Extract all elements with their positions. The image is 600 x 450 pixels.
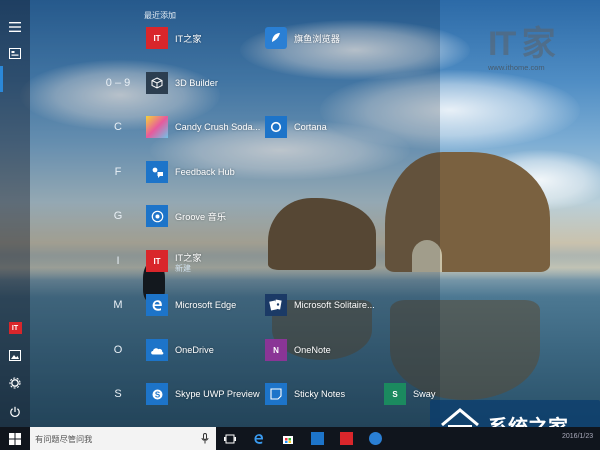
start-button[interactable] <box>0 427 30 450</box>
app-itzhijia-recent[interactable]: IT IT之家 <box>146 25 202 51</box>
letter-header-0-9[interactable]: 0 – 9 <box>98 77 138 89</box>
app-label: IT之家 <box>175 34 202 44</box>
sticky-notes-icon <box>265 383 287 405</box>
rail-accent-indicator <box>0 66 3 92</box>
app-label: IT之家 <box>175 253 202 263</box>
letter-header-i[interactable]: I <box>98 255 138 267</box>
all-apps-icon[interactable] <box>0 38 30 68</box>
app-skype-uwp-preview[interactable]: S Skype UWP Preview <box>146 381 260 407</box>
power-icon[interactable] <box>0 397 30 427</box>
task-view-icon[interactable] <box>219 429 241 448</box>
app-label: Candy Crush Soda... <box>175 122 261 132</box>
app-label: Microsoft Solitaire... <box>294 300 375 310</box>
microphone-icon[interactable] <box>201 433 209 444</box>
qiyu-browser-taskbar-icon[interactable] <box>364 429 386 448</box>
candy-crush-icon <box>146 116 168 138</box>
app-itzhijia[interactable]: IT IT之家 <box>146 248 202 274</box>
app-onedrive[interactable]: OneDrive <box>146 337 214 363</box>
itzhijia-icon: IT <box>146 250 168 272</box>
app-onenote[interactable]: N OneNote <box>265 337 331 363</box>
3d-builder-icon <box>146 72 168 94</box>
ithome-watermark-url: www.ithome.com <box>488 63 545 72</box>
groove-icon <box>146 205 168 227</box>
app-label: OneNote <box>294 345 331 355</box>
skype-icon: S <box>146 383 168 405</box>
app-candy-crush-soda[interactable]: Candy Crush Soda... <box>146 114 260 140</box>
app-label: Feedback Hub <box>175 167 235 177</box>
app-sticky-notes[interactable]: Sticky Notes <box>265 381 345 407</box>
letter-header-m[interactable]: M <box>98 299 138 311</box>
ithome-watermark-logo: IT 家 <box>488 25 556 63</box>
itzhijia-icon: IT <box>146 27 168 49</box>
edge-icon <box>146 294 168 316</box>
feedback-hub-icon <box>146 161 168 183</box>
windows-logo-icon <box>9 432 21 445</box>
app-label: Skype UWP Preview <box>175 389 260 399</box>
onenote-icon: N <box>265 339 287 361</box>
letter-header-s[interactable]: S <box>98 388 138 400</box>
svg-text:S: S <box>154 390 160 399</box>
letter-header-f[interactable]: F <box>98 166 138 178</box>
app-feedback-hub[interactable]: Feedback Hub <box>146 159 235 185</box>
app-label: Groove 音乐 <box>175 212 227 222</box>
qiyu-browser-icon <box>265 27 287 49</box>
ithome-watermark: IT 家 www.ithome.com <box>488 16 588 72</box>
all-apps-list: 最近添加 IT IT之家 旗鱼浏览器 0 – 9 C F G I M O S 3… <box>30 0 440 427</box>
sway-icon: S <box>384 383 406 405</box>
app-label: Cortana <box>294 122 327 132</box>
app-label: Microsoft Edge <box>175 300 237 310</box>
ithome-rail-glyph: IT <box>8 322 22 334</box>
pictures-icon[interactable] <box>0 340 30 370</box>
app-label: 旗鱼浏览器 <box>294 34 340 44</box>
cortana-icon <box>265 116 287 138</box>
app-groove-music[interactable]: Groove 音乐 <box>146 203 226 229</box>
edge-taskbar-icon[interactable] <box>248 429 270 448</box>
search-placeholder: 有问题尽管问我 <box>35 434 93 444</box>
letter-header-g[interactable]: G <box>98 210 138 222</box>
clock-date: 2016/1/23 <box>562 433 594 440</box>
start-left-rail: IT <box>0 0 30 427</box>
recently-added-header: 最近添加 <box>144 11 176 20</box>
app-cortana[interactable]: Cortana <box>265 114 327 140</box>
app-label: OneDrive <box>175 345 214 355</box>
settings-icon[interactable] <box>0 368 30 398</box>
letter-header-o[interactable]: O <box>98 344 138 356</box>
new-badge: 新建 <box>175 264 191 273</box>
store-taskbar-icon[interactable] <box>277 429 299 448</box>
ithome-icon[interactable]: IT <box>0 313 30 343</box>
letter-header-c[interactable]: C <box>98 121 138 133</box>
app-label: 3D Builder <box>175 78 218 88</box>
cortana-search-box[interactable]: 有问题尽管问我 <box>30 427 216 450</box>
app-label: Sway <box>413 389 436 399</box>
app-microsoft-solitaire[interactable]: Microsoft Solitaire... <box>265 292 375 318</box>
onedrive-icon <box>146 339 168 361</box>
taskbar: 有问题尽管问我 2016/1/23 <box>0 427 600 450</box>
app-sway[interactable]: S Sway <box>384 381 435 407</box>
outlook-taskbar-icon[interactable] <box>306 429 328 448</box>
app-qiyu-browser[interactable]: 旗鱼浏览器 <box>265 25 340 51</box>
app-3d-builder[interactable]: 3D Builder <box>146 70 218 96</box>
solitaire-icon <box>265 294 287 316</box>
app-microsoft-edge[interactable]: Microsoft Edge <box>146 292 236 318</box>
ithome-taskbar-icon[interactable] <box>335 429 357 448</box>
app-label: Sticky Notes <box>294 389 346 399</box>
